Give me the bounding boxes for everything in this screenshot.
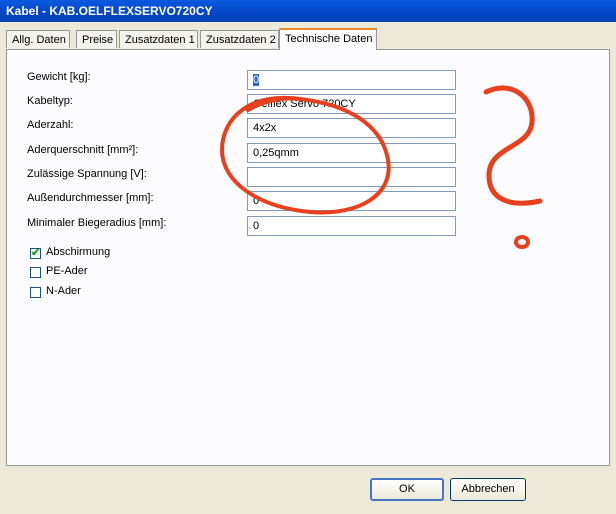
aderquerschnitt-label: Aderquerschnitt [mm²]:	[27, 144, 139, 156]
gewicht-value: 0	[253, 74, 260, 86]
pe-ader-label: PE-Ader	[46, 265, 88, 277]
tab-allg-daten[interactable]: Allg. Daten	[6, 30, 70, 48]
abschirmung-label: Abschirmung	[46, 246, 111, 258]
biegeradius-label: Minimaler Biegeradius [mm]:	[27, 217, 167, 229]
n-ader-checkbox[interactable]	[30, 287, 41, 298]
aussendurchmesser-label: Außendurchmesser [mm]:	[27, 192, 154, 204]
gewicht-input[interactable]: 0	[247, 70, 456, 90]
aderzahl-input[interactable]: 4x2x	[247, 118, 456, 138]
tab-preise[interactable]: Preise	[76, 30, 117, 48]
ok-button[interactable]: OK	[370, 478, 444, 501]
aderquerschnitt-input[interactable]: 0,25qmm	[247, 143, 456, 163]
aussendurchmesser-input[interactable]: 0	[247, 191, 456, 211]
gewicht-label: Gewicht [kg]:	[27, 71, 91, 83]
n-ader-label: N-Ader	[46, 285, 81, 297]
checkmark-icon: ✔	[31, 247, 41, 259]
spannung-label: Zulässige Spannung [V]:	[27, 168, 147, 180]
cable-dialog: Kabel - KAB.OELFLEXSERVO720CY Allg. Date…	[0, 0, 616, 514]
kabeltyp-input[interactable]: Oelflex Servo 720CY	[247, 94, 456, 114]
tab-zusatzdaten-1[interactable]: Zusatzdaten 1	[119, 30, 198, 48]
biegeradius-input[interactable]: 0	[247, 216, 456, 236]
tab-technische-daten[interactable]: Technische Daten	[279, 28, 377, 50]
cancel-button[interactable]: Abbrechen	[450, 478, 526, 501]
aderzahl-label: Aderzahl:	[27, 119, 74, 131]
tab-zusatzdaten-2[interactable]: Zusatzdaten 2	[200, 30, 279, 48]
kabeltyp-label: Kabeltyp:	[27, 95, 73, 107]
pe-ader-checkbox[interactable]	[30, 267, 41, 278]
spannung-input[interactable]	[247, 167, 456, 187]
abschirmung-checkbox[interactable]: ✔	[30, 247, 41, 259]
title-bar: Kabel - KAB.OELFLEXSERVO720CY	[0, 0, 616, 22]
